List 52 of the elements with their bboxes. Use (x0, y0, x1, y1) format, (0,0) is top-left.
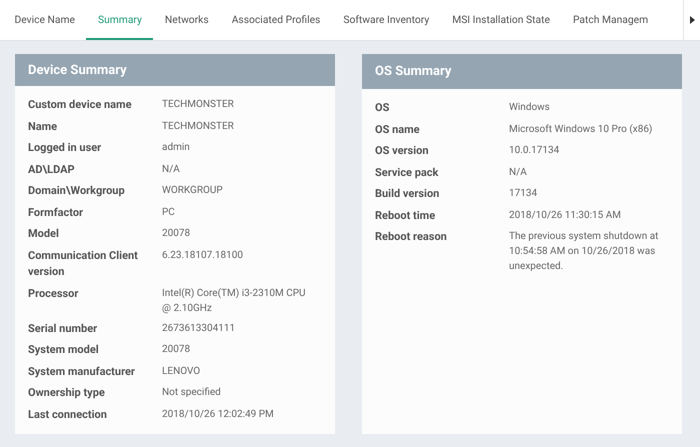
tab[interactable]: Software Inventory (332, 0, 441, 40)
field-label: Communication Client version (28, 248, 139, 280)
field-label: Domain\Workgroup (28, 183, 126, 199)
field-value: WORKGROUP (162, 184, 224, 198)
field-label: Serial number (28, 320, 98, 336)
field-label: System manufacturer (28, 364, 136, 380)
tab[interactable]: Summary (86, 0, 154, 40)
field-label: Reboot reason (375, 229, 448, 245)
tab[interactable]: Networks (153, 0, 220, 40)
field-value: 17134 (509, 187, 538, 201)
field-value: 20078 (162, 343, 192, 357)
field-label: Service pack (375, 164, 440, 180)
field-label: Custom device name (28, 97, 133, 113)
field-value: 2673613304111 (162, 322, 236, 336)
field-label: Build version (375, 186, 440, 202)
field-value: Not specified (162, 386, 222, 400)
field-label: Logged in user (28, 140, 102, 156)
field-label: Ownership type (28, 385, 106, 401)
tab[interactable]: Associated Profiles (220, 0, 332, 40)
field-value: TECHMONSTER (162, 98, 235, 112)
field-value: Intel(R) Core(TM) i3-2310M CPU @ 2.10GHz (162, 286, 306, 316)
field-label: AD\LDAP (28, 162, 76, 178)
panel-title: OS Summary (362, 54, 682, 89)
field-value: Windows (509, 101, 551, 115)
caret-right-icon (690, 16, 694, 24)
field-value: Microsoft Windows 10 Pro (x86) (509, 122, 654, 136)
field-value: 20078 (162, 227, 192, 241)
field-label: Reboot time (375, 208, 436, 224)
field-label: OS (375, 100, 390, 116)
field-value: PC (162, 206, 176, 220)
panel-title: Device Summary (15, 54, 335, 86)
field-value: N/A (162, 162, 181, 176)
field-value: LENOVO (162, 364, 202, 378)
field-value: admin (162, 141, 191, 155)
tab[interactable]: Device Name (3, 0, 86, 40)
field-label: System model (28, 342, 100, 358)
field-label: Processor (28, 286, 80, 302)
field-value: TECHMONSTER (162, 120, 235, 134)
field-value: 2018/10/26 12:02:49 PM (162, 408, 275, 422)
field-value: The previous system shutdown at 10:54:58 AM on 10/26/2018 was unexpected. (509, 230, 660, 274)
field-value: N/A (509, 166, 528, 180)
field-value: 10.0.17134 (509, 144, 560, 158)
tab[interactable]: MSI Installation State (440, 0, 562, 40)
field-label: Formfactor (28, 204, 84, 220)
field-label: Model (28, 226, 60, 242)
tab[interactable]: Patch Managem (561, 0, 660, 40)
field-label: OS name (375, 122, 421, 138)
field-label: OS version (375, 143, 430, 159)
field-label: Last connection (28, 406, 108, 422)
field-label: Name (28, 118, 58, 134)
field-value: 6.23.18107.18100 (162, 248, 244, 262)
field-value: 2018/10/26 11:30:15 AM (509, 208, 622, 222)
